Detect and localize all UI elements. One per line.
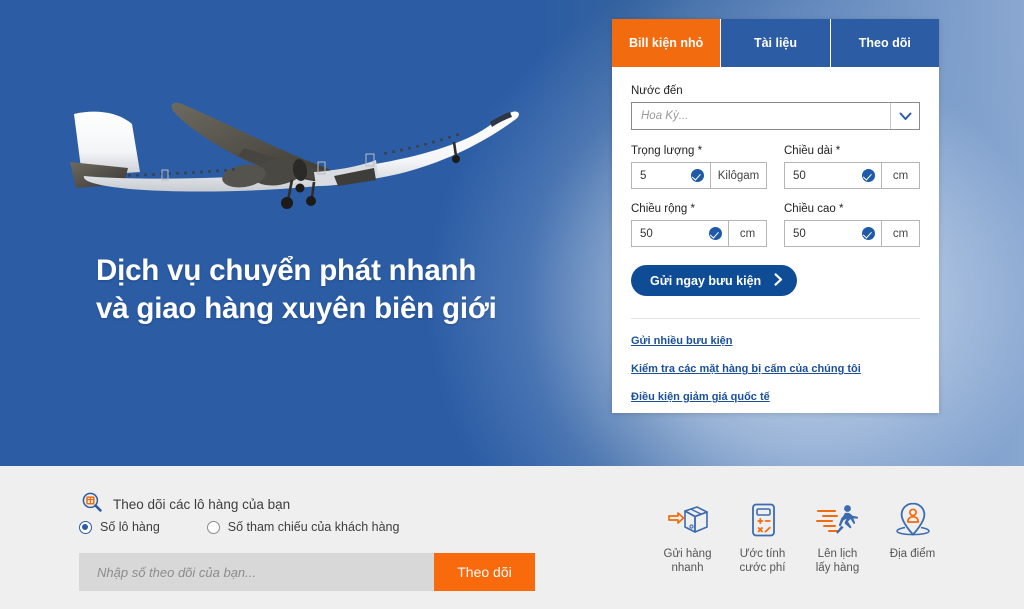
hero-section: Dịch vụ chuyển phát nhanh và giao hàng x… bbox=[0, 0, 1024, 466]
link-prohibited-items[interactable]: Kiểm tra các mặt hàng bị cấm của chúng t… bbox=[631, 363, 920, 375]
width-height-row: Chiều rộng * 50 cm Chiều cao * 50 cm bbox=[631, 203, 920, 247]
radio-dot-icon bbox=[206, 520, 220, 534]
send-parcel-button[interactable]: Gửi ngay bưu kiện bbox=[631, 265, 798, 296]
service-locations[interactable]: Địa điểm bbox=[885, 500, 940, 575]
tracking-number-input[interactable] bbox=[79, 553, 434, 591]
quick-services: Gửi hàng nhanh Ước tính cước phí Lên lịc… bbox=[660, 500, 940, 575]
package-search-icon bbox=[82, 492, 102, 517]
height-inputgroup[interactable]: 50 cm bbox=[784, 220, 920, 247]
height-field: Chiều cao * 50 cm bbox=[784, 203, 920, 247]
tracking-mode-radios: Số lô hàng Số tham chiếu của khách hàng bbox=[79, 520, 399, 534]
running-man-icon bbox=[815, 500, 861, 540]
width-value: 50 bbox=[640, 227, 653, 240]
hero-title: Dịch vụ chuyển phát nhanh và giao hàng x… bbox=[96, 254, 497, 326]
country-input[interactable]: Hoa Kỳ... bbox=[632, 103, 890, 129]
airplane-photo bbox=[66, 76, 536, 246]
tab-small-parcel[interactable]: Bill kiện nhỏ bbox=[612, 19, 722, 67]
tracking-heading-label: Theo dõi các lô hàng của bạn bbox=[113, 497, 291, 512]
calculator-icon bbox=[743, 500, 783, 540]
length-unit: cm bbox=[881, 163, 919, 188]
box-arrow-icon bbox=[666, 500, 710, 540]
radio-shipment-number-label: Số lô hàng bbox=[100, 520, 160, 534]
service-estimate-cost[interactable]: Ước tính cước phí bbox=[735, 500, 790, 575]
country-label: Nước đến bbox=[631, 85, 683, 97]
location-pin-person-icon bbox=[893, 500, 933, 540]
length-label: Chiều dài * bbox=[784, 145, 841, 157]
tab-small-parcel-label: Bill kiện nhỏ bbox=[629, 36, 704, 50]
height-input[interactable]: 50 bbox=[785, 221, 881, 246]
check-circle-icon bbox=[691, 169, 704, 182]
card-tabs: Bill kiện nhỏ Tài liệu Theo dõi bbox=[612, 19, 939, 67]
service-send-fast-label: Gửi hàng nhanh bbox=[663, 548, 712, 575]
tab-documents-label: Tài liệu bbox=[753, 36, 798, 50]
weight-field: Trọng lượng * 5 Kilôgam bbox=[631, 145, 767, 189]
tab-tracking-label: Theo dõi bbox=[858, 36, 911, 50]
height-value: 50 bbox=[793, 227, 806, 240]
width-input[interactable]: 50 bbox=[632, 221, 728, 246]
shipping-quote-card: Bill kiện nhỏ Tài liệu Theo dõi Nước đến… bbox=[612, 19, 939, 413]
send-parcel-label: Gửi ngay bưu kiện bbox=[650, 273, 762, 288]
length-field: Chiều dài * 50 cm bbox=[784, 145, 920, 189]
length-input[interactable]: 50 bbox=[785, 163, 881, 188]
tab-tracking[interactable]: Theo dõi bbox=[830, 19, 939, 67]
radio-shipment-number[interactable]: Số lô hàng bbox=[79, 520, 160, 534]
service-send-fast[interactable]: Gửi hàng nhanh bbox=[660, 500, 715, 575]
service-locations-label: Địa điểm bbox=[889, 548, 936, 560]
weight-input[interactable]: 5 bbox=[632, 163, 710, 188]
radio-customer-reference[interactable]: Số tham chiếu của khách hàng bbox=[206, 520, 400, 534]
check-circle-icon bbox=[862, 169, 875, 182]
weight-inputgroup[interactable]: 5 Kilôgam bbox=[631, 162, 767, 189]
length-value: 50 bbox=[793, 169, 806, 182]
link-international-discount[interactable]: Điều kiện giảm giá quốc tế bbox=[631, 391, 920, 403]
link-multiple-parcels[interactable]: Gửi nhiều bưu kiện bbox=[631, 335, 920, 347]
tracking-search-bar: Theo dõi bbox=[79, 553, 535, 591]
weight-value: 5 bbox=[640, 169, 647, 182]
track-button[interactable]: Theo dõi bbox=[434, 553, 535, 591]
card-links: Gửi nhiều bưu kiện Kiểm tra các mặt hàng… bbox=[612, 319, 939, 403]
card-body: Nước đến Hoa Kỳ... Trọng lượng * 5 Kilôg… bbox=[612, 67, 939, 319]
radio-dot-icon bbox=[79, 520, 92, 534]
width-label: Chiều rộng * bbox=[631, 203, 695, 215]
check-circle-icon bbox=[709, 227, 722, 240]
track-button-label: Theo dõi bbox=[457, 564, 512, 580]
tracking-heading: Theo dõi các lô hàng của bạn bbox=[82, 492, 290, 517]
service-estimate-cost-label: Ước tính cước phí bbox=[739, 548, 786, 575]
width-inputgroup[interactable]: 50 cm bbox=[631, 220, 767, 247]
weight-length-row: Trọng lượng * 5 Kilôgam Chiều dài * 50 c… bbox=[631, 145, 920, 189]
weight-label: Trọng lượng * bbox=[631, 145, 703, 157]
height-unit: cm bbox=[881, 221, 919, 246]
radio-customer-reference-label: Số tham chiếu của khách hàng bbox=[227, 520, 400, 534]
country-placeholder: Hoa Kỳ... bbox=[641, 110, 689, 122]
weight-unit: Kilôgam bbox=[710, 163, 766, 188]
height-label: Chiều cao * bbox=[784, 203, 844, 215]
service-schedule-pickup-label: Lên lịch lấy hàng bbox=[815, 548, 860, 575]
width-field: Chiều rộng * 50 cm bbox=[631, 203, 767, 247]
check-circle-icon bbox=[862, 227, 875, 240]
service-schedule-pickup[interactable]: Lên lịch lấy hàng bbox=[810, 500, 865, 575]
length-inputgroup[interactable]: 50 cm bbox=[784, 162, 920, 189]
destination-country-select[interactable]: Hoa Kỳ... bbox=[631, 102, 920, 130]
width-unit: cm bbox=[728, 221, 766, 246]
chevron-down-icon[interactable] bbox=[890, 103, 919, 129]
tab-documents[interactable]: Tài liệu bbox=[721, 19, 831, 67]
chevron-right-icon bbox=[774, 272, 783, 289]
